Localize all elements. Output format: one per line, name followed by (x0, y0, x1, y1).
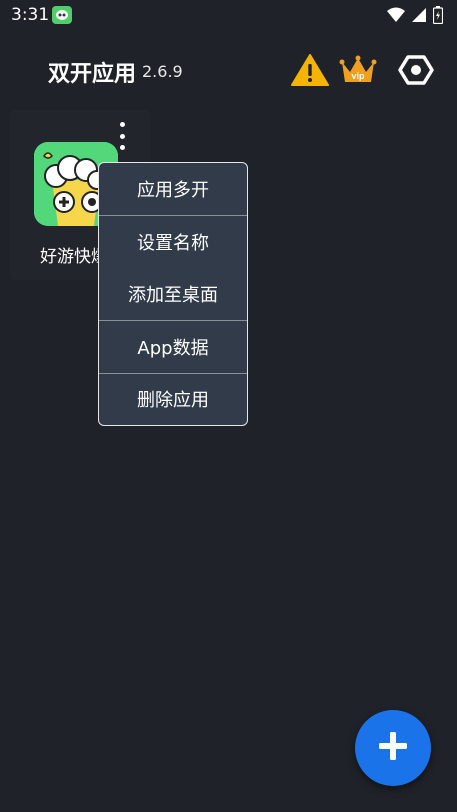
menu-item-multi-open[interactable]: 应用多开 (99, 163, 247, 215)
context-menu: 应用多开 设置名称 添加至桌面 App数据 删除应用 (98, 162, 248, 426)
warning-icon[interactable] (290, 50, 330, 90)
status-time: 3:31 (11, 5, 50, 25)
menu-item-app-data[interactable]: App数据 (99, 320, 247, 372)
menu-item-delete-app[interactable]: 删除应用 (99, 372, 247, 425)
notification-app-icon (52, 6, 72, 24)
add-app-button[interactable] (355, 710, 431, 786)
hexagon-settings-icon[interactable] (396, 50, 436, 90)
wifi-icon (387, 7, 405, 27)
menu-item-add-to-desktop[interactable]: 添加至桌面 (99, 268, 247, 320)
vip-badge-text: vip (351, 71, 365, 81)
vip-crown-icon[interactable]: vip (338, 50, 378, 90)
more-options-icon[interactable] (116, 122, 128, 150)
menu-item-set-name[interactable]: 设置名称 (99, 215, 247, 267)
status-icons (387, 6, 444, 28)
status-bar: 3:31 (0, 0, 457, 30)
signal-icon (411, 7, 427, 27)
app-header: 双开应用 2.6.9 vip (0, 40, 457, 100)
app-version: 2.6.9 (142, 62, 183, 81)
plus-icon (377, 730, 409, 766)
page-title: 双开应用 (48, 62, 137, 87)
battery-icon (432, 6, 444, 28)
